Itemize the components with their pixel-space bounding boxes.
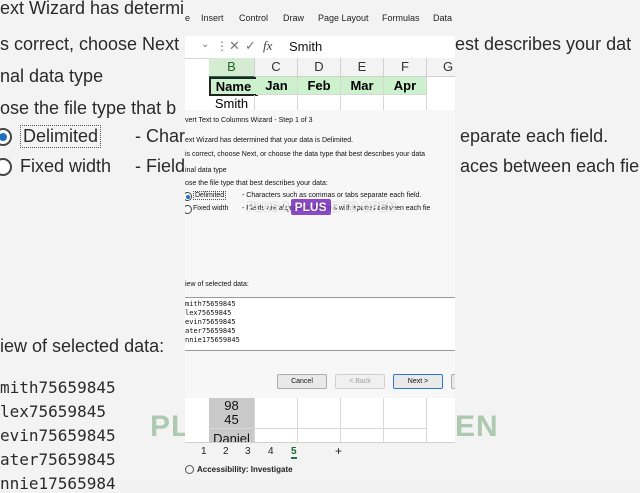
column-header-d[interactable]: D	[298, 58, 341, 77]
preview-row: ater75659845	[185, 327, 236, 335]
delimited-description: - Characters such as commas or tabs sepa…	[242, 192, 422, 199]
ribbon-tab-data[interactable]: Data	[433, 13, 452, 23]
caption-part: E TO OPEN	[330, 200, 396, 214]
cell-empty[interactable]	[384, 429, 427, 443]
sheet-tab-1[interactable]: 1	[201, 446, 207, 457]
add-sheet-icon[interactable]: +	[335, 444, 342, 458]
cell-empty[interactable]	[255, 429, 298, 443]
bg-instruction-line: s correct, choose Next	[0, 34, 180, 54]
preview-label: iew of selected data:	[185, 281, 249, 288]
bg-preview-label: iew of selected data:	[0, 336, 165, 356]
bg-delimited-radio	[0, 128, 12, 146]
overlay-caption: PLUS A PLUS E TO OPEN	[247, 199, 396, 215]
worksheet-grid: B C D E F G Name Jan Feb Mar Apr Smith	[185, 58, 455, 113]
text-to-columns-dialog: vert Text to Columns Wizard - Step 1 of …	[185, 110, 455, 398]
bg-fixed-radio	[0, 158, 12, 176]
worksheet-grid-lower: 98 45 Daniel	[185, 398, 455, 443]
bg-wizard-line: ext Wizard has determi	[0, 0, 185, 18]
accessibility-status[interactable]: Accessibility: Investigate	[197, 465, 293, 474]
data-preview-box[interactable]: mith75659845 lex75659845 evin75659845 at…	[185, 297, 455, 351]
ribbon-tab-draw[interactable]: Draw	[283, 13, 304, 23]
accessibility-icon[interactable]	[185, 465, 194, 475]
bg-fixed-desc-right: aces between each fie	[460, 156, 640, 176]
cell-empty[interactable]	[298, 398, 341, 429]
next-button[interactable]: Next >	[393, 374, 443, 389]
sheet-tab-2[interactable]: 2	[223, 446, 229, 457]
cell-jan-header[interactable]: Jan	[256, 77, 298, 95]
caption-highlight: PLUS	[290, 199, 331, 215]
excel-window: e Insert Control Draw Page Layout Formul…	[185, 0, 455, 480]
bg-choose: ose the file type that b	[0, 98, 177, 118]
formula-bar: ⌄ ⋮ ✕ ✓ fx Smith	[185, 36, 455, 59]
dialog-choose-text: ose the file type that best describes yo…	[185, 180, 328, 187]
more-options-icon[interactable]: ⋮	[216, 39, 228, 53]
bg-preview-row: mith75659845	[0, 378, 116, 397]
preview-row: lex75659845	[185, 309, 232, 317]
ribbon-tabs: e Insert Control Draw Page Layout Formul…	[185, 0, 455, 36]
ribbon-tab-page-layout[interactable]: Page Layout	[318, 13, 369, 23]
bg-data-type: nal data type	[0, 66, 104, 86]
cell-empty[interactable]	[341, 398, 384, 429]
fixed-width-radio[interactable]	[185, 205, 192, 214]
bg-preview-row: ater75659845	[0, 450, 116, 469]
cell-mar-header[interactable]: Mar	[341, 77, 384, 95]
delimited-label[interactable]: Delimited	[193, 191, 227, 200]
cell-daniel[interactable]: Daniel	[209, 429, 255, 443]
cell-empty[interactable]	[384, 398, 427, 429]
ribbon-tab-insert[interactable]: Insert	[201, 13, 224, 23]
preview-row: nnie175659845	[185, 336, 240, 344]
caption-part: PLUS A	[247, 200, 291, 214]
cell-empty[interactable]	[298, 429, 341, 443]
sheet-tab-4[interactable]: 4	[268, 446, 274, 457]
finish-button-edge[interactable]	[451, 374, 455, 389]
cell-line: 45	[224, 412, 239, 427]
bg-fixed: Fixed width	[20, 156, 112, 176]
cancel-button[interactable]: Cancel	[277, 374, 327, 389]
formula-input[interactable]: Smith	[289, 39, 322, 54]
preview-row: mith75659845	[185, 300, 236, 308]
dialog-determined-text: ext Wizard has determined that your data…	[185, 137, 354, 144]
insert-function-icon[interactable]: fx	[263, 38, 272, 54]
sheet-tabs: 1 2 3 4 5 +	[185, 442, 455, 461]
delimited-radio[interactable]	[185, 192, 192, 201]
name-box-dropdown-icon[interactable]: ⌄	[201, 39, 209, 50]
sheet-tab-3[interactable]: 3	[245, 446, 251, 457]
dialog-title: vert Text to Columns Wizard - Step 1 of …	[185, 117, 313, 124]
dialog-instruction-text: is correct, choose Next, or choose the d…	[185, 151, 426, 158]
status-bar: Accessibility: Investigate	[185, 460, 455, 480]
bg-preview-row: lex75659845	[0, 402, 106, 421]
bg-delimited-desc-right: eparate each field.	[460, 126, 609, 146]
cell-empty[interactable]	[341, 429, 384, 443]
sheet-tab-5[interactable]: 5	[291, 446, 297, 459]
cell-name-header[interactable]: Name	[209, 77, 258, 96]
column-header-c[interactable]: C	[255, 58, 298, 77]
bg-preview-row: nnie17565984	[0, 474, 116, 493]
cell-apr-header[interactable]: Apr	[384, 77, 427, 95]
column-header-b[interactable]: B	[209, 58, 255, 78]
cell-feb-header[interactable]: Feb	[298, 77, 341, 95]
fixed-width-label[interactable]: Fixed width	[193, 205, 228, 212]
cell-selected-b[interactable]: 98 45	[209, 398, 255, 429]
bg-ghost-text: EN	[455, 410, 499, 443]
column-header-f[interactable]: F	[384, 58, 427, 77]
column-header-e[interactable]: E	[341, 58, 384, 77]
confirm-entry-icon[interactable]: ✓	[245, 38, 256, 54]
column-header-g[interactable]: G	[427, 58, 455, 77]
bg-right-top: est describes your dat	[455, 34, 632, 54]
ribbon-tab-home[interactable]: e	[185, 13, 190, 23]
cell-line: 98	[224, 398, 239, 413]
bg-preview-row: evin75659845	[0, 426, 116, 445]
ribbon-tab-control[interactable]: Control	[239, 13, 268, 23]
preview-row: evin75659845	[185, 318, 236, 326]
back-button: < Back	[335, 374, 385, 389]
bg-delimited: Delimited	[20, 125, 102, 148]
dialog-original-type: inal data type	[185, 167, 227, 174]
bg-fixed-desc: - Field	[135, 156, 186, 176]
ribbon-tab-formulas[interactable]: Formulas	[382, 13, 420, 23]
cell-empty[interactable]	[255, 398, 298, 429]
cancel-entry-icon[interactable]: ✕	[229, 38, 240, 54]
